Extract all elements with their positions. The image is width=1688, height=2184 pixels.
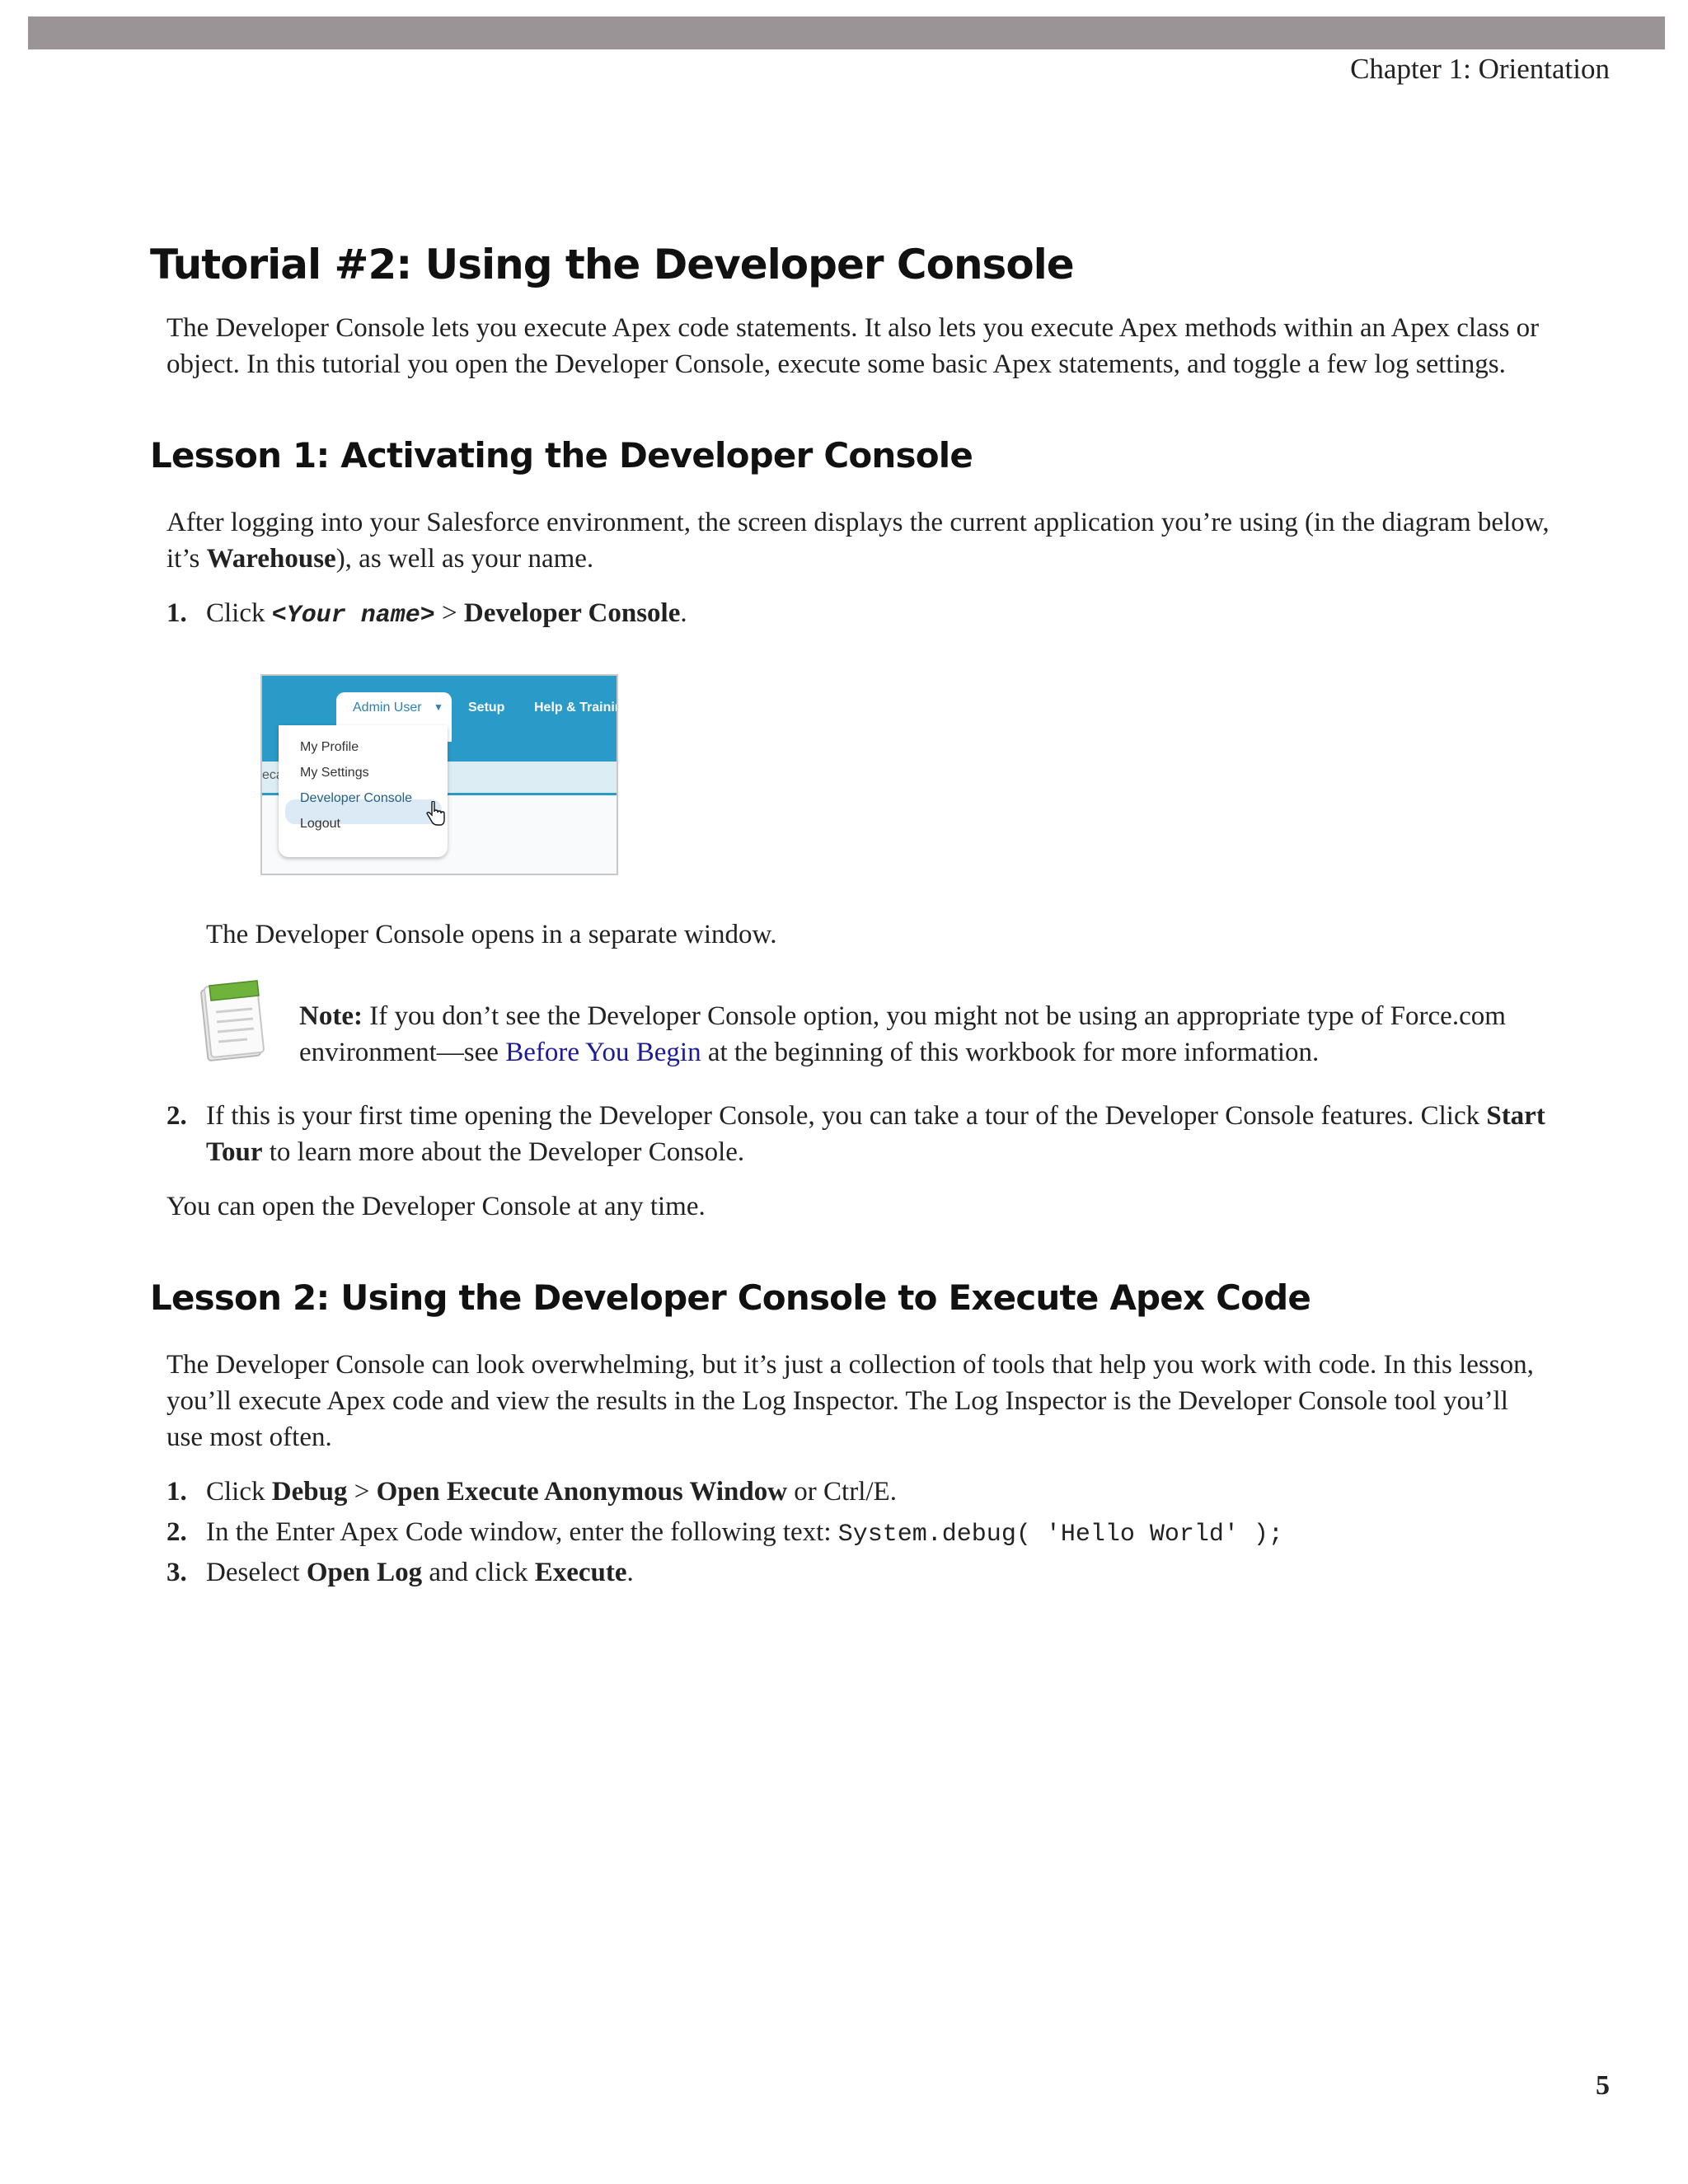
note-text: Note: If you don’t see the Developer Con… xyxy=(299,1001,1506,1067)
hand-cursor-icon xyxy=(426,801,445,826)
lesson1-step-2: 2. If this is your first time opening th… xyxy=(166,1101,1545,1167)
help-training-link[interactable]: Help & Trainin xyxy=(534,701,617,715)
menu-item-my-profile[interactable]: My Profile xyxy=(300,740,359,755)
open-anytime-text: You can open the Developer Console at an… xyxy=(166,1192,706,1221)
menu-item-developer-console[interactable]: Developer Console xyxy=(300,791,412,806)
before-you-begin-link[interactable]: Before You Begin xyxy=(505,1038,701,1067)
lesson2-title: Lesson 2: Using the Developer Console to… xyxy=(150,1277,1311,1318)
setup-link[interactable]: Setup xyxy=(468,701,504,715)
user-tab-label: Admin User xyxy=(353,701,422,715)
page-number: 5 xyxy=(1596,2070,1610,2101)
developer-console-menu-screenshot: Admin User ▼ Setup Help & Trainin eca My… xyxy=(260,674,618,875)
lesson2-step-3: 3. Deselect Open Log and click Execute. xyxy=(166,1558,634,1587)
console-opens-text: The Developer Console opens in a separat… xyxy=(206,920,777,949)
menu-item-logout[interactable]: Logout xyxy=(300,817,340,832)
lesson1-intro: After logging into your Salesforce envir… xyxy=(166,508,1550,574)
lesson2-intro: The Developer Console can look overwhelm… xyxy=(166,1350,1534,1452)
chapter-title: Chapter 1: Orientation xyxy=(1350,53,1610,85)
user-dropdown-menu: My Profile My Settings Developer Console… xyxy=(279,725,448,857)
lesson2-step-2: 2. In the Enter Apex Code window, enter … xyxy=(166,1517,1283,1549)
lesson1-step-1: 1. Click <Your name> > Developer Console… xyxy=(166,598,687,630)
lesson1-title: Lesson 1: Activating the Developer Conso… xyxy=(150,435,973,476)
tutorial-intro: The Developer Console lets you execute A… xyxy=(166,313,1540,379)
chevron-down-icon: ▼ xyxy=(434,701,443,713)
code-snippet: System.debug( 'Hello World' ); xyxy=(837,1521,1283,1549)
note-icon xyxy=(200,980,265,1062)
tutorial-title: Tutorial #2: Using the Developer Console xyxy=(150,241,1075,288)
header-bar xyxy=(28,16,1665,49)
lesson2-step-1: 1. Click Debug > Open Execute Anonymous … xyxy=(166,1477,897,1507)
menu-item-my-settings[interactable]: My Settings xyxy=(300,766,369,780)
